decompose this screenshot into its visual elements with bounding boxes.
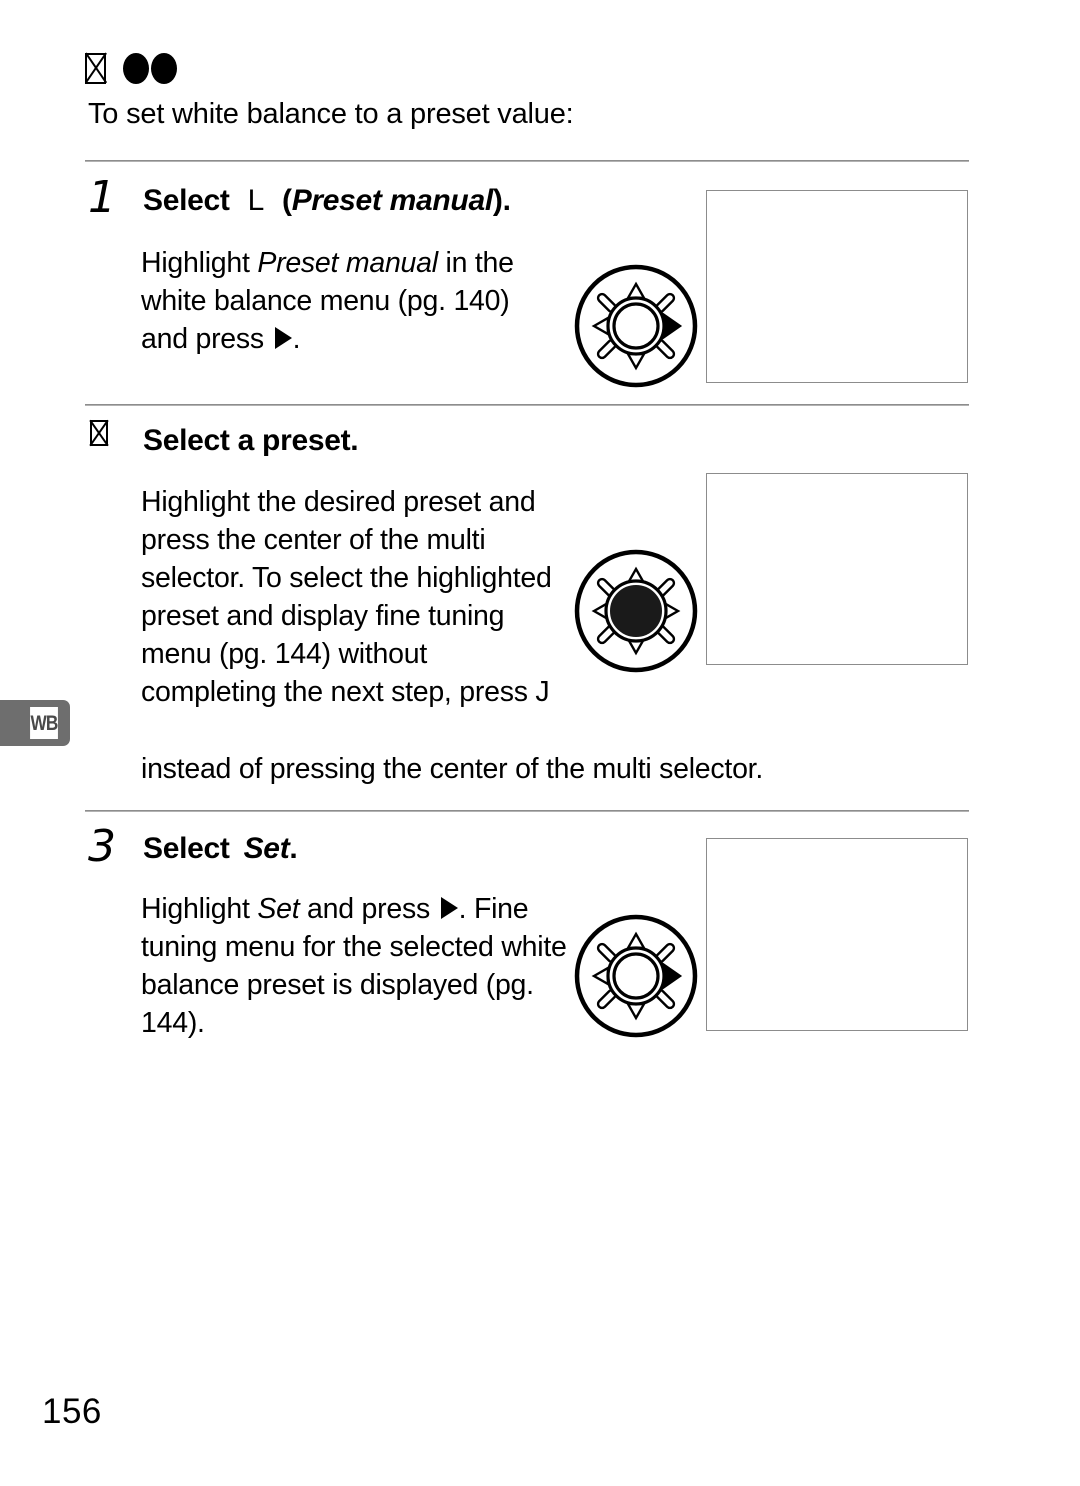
step-1-heading-glyph: L — [247, 184, 265, 217]
multi-selector-diagram-3 — [572, 912, 700, 1040]
margin-tab-label: WB — [30, 707, 58, 739]
step-3-body: Highlight Set and press . Fine tuning me… — [141, 890, 571, 1042]
camera-menu-screenshot-3 — [706, 838, 968, 1031]
step-2-page-ref: 144 — [274, 638, 322, 670]
step-2-heading: Select a preset. — [143, 424, 359, 458]
step-1-body: Highlight Preset manual in the white bal… — [141, 244, 561, 358]
camera-menu-screenshot-2 — [706, 473, 968, 665]
step-1-heading-italic: Preset manual — [291, 184, 494, 217]
step-2-body: Highlight the desired preset and press t… — [141, 483, 561, 711]
missing-glyph-box-x-icon — [85, 52, 106, 84]
step-1-heading: Select L (Preset manual). — [143, 184, 511, 218]
bullet-dot-icon — [123, 52, 149, 84]
step-1-body-italic: Preset manual — [257, 247, 438, 279]
step-number-2 — [90, 420, 108, 451]
section-icon-row — [85, 48, 177, 88]
step-2-body-glyph: J — [535, 676, 550, 708]
section-divider — [85, 404, 969, 406]
bullet-dot-icon — [151, 52, 177, 84]
right-arrow-icon — [274, 327, 292, 349]
section-divider — [85, 160, 969, 162]
step-1-body-p1: Highlight — [141, 247, 258, 279]
intro-text: To set white balance to a preset value: — [88, 98, 574, 130]
dial-center-button-pressed — [610, 585, 662, 637]
camera-menu-screenshot-1 — [706, 190, 968, 383]
step-3-body-p1: Highlight — [141, 893, 258, 925]
step-1-body-p4: . — [292, 323, 301, 355]
right-arrow-icon — [440, 897, 458, 919]
step-3-heading-period: . — [289, 832, 298, 865]
step-2-heading-lead: Select a preset. — [143, 424, 359, 457]
dial-center-button — [612, 302, 660, 350]
step-2-body-p3: instead of pressing the center of the mu… — [141, 753, 764, 785]
step-3-body-italic: Set — [257, 893, 300, 925]
multi-selector-diagram-1 — [572, 262, 700, 390]
step-3-body-p4: ). — [187, 1007, 205, 1039]
bullet-dots — [123, 52, 177, 84]
step-3-heading-italic: Set — [243, 832, 290, 865]
step-3-body-p2: and press — [299, 893, 438, 925]
step-2-body-tail: instead of pressing the center of the mu… — [141, 750, 781, 788]
multi-selector-diagram-2 — [572, 547, 700, 675]
page-number: 156 — [42, 1392, 102, 1431]
step-1-heading-paren-open: ( — [281, 184, 292, 217]
step-number-1: 1 — [88, 172, 116, 223]
step-3-heading: Select Set. — [143, 832, 298, 866]
dial-center-button — [612, 952, 660, 1000]
step-1-heading-lead: Select — [143, 184, 230, 217]
step-3-heading-lead: Select — [143, 832, 230, 865]
missing-glyph-box-x-icon — [90, 420, 108, 446]
margin-tab-wb: WB — [0, 700, 70, 746]
step-number-3: 3 — [88, 821, 116, 872]
step-1-page-ref: 140 — [453, 285, 501, 317]
step-3-page-ref: 144 — [141, 1007, 188, 1039]
section-divider — [85, 810, 969, 812]
step-1-heading-paren-close: ). — [492, 184, 511, 217]
